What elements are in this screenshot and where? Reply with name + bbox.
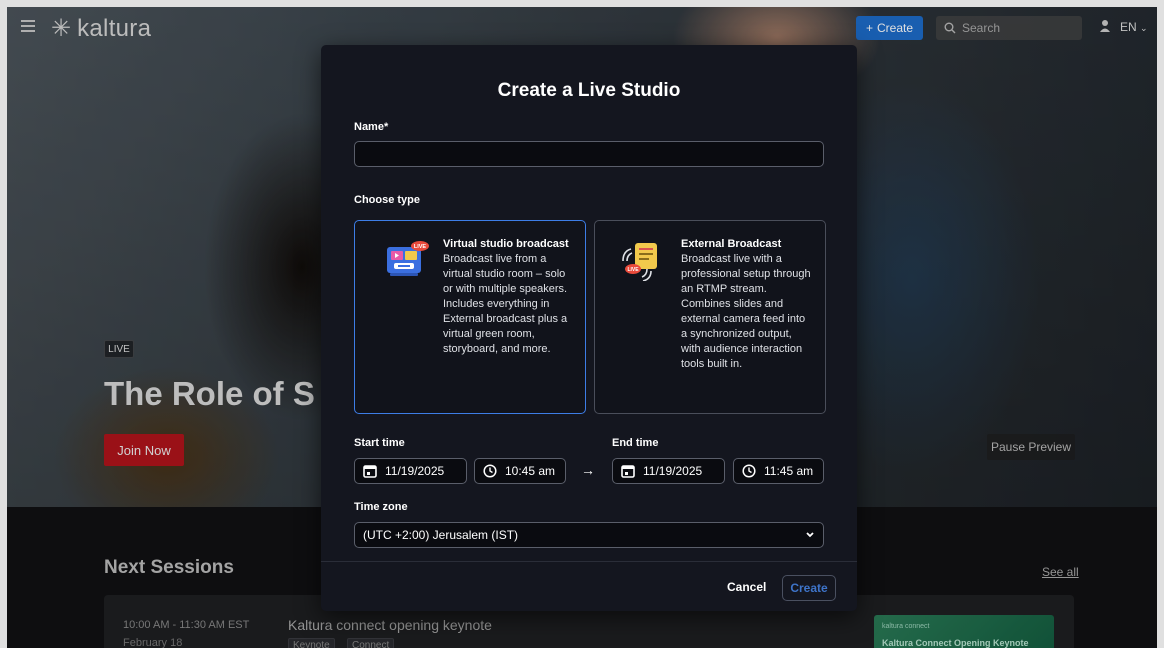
type-option-description: Broadcast live with a professional setup…	[681, 253, 811, 370]
cancel-button[interactable]: Cancel	[727, 580, 766, 594]
required-mark: *	[383, 121, 389, 133]
live-badge-label: LIVE	[627, 267, 639, 273]
footer-divider	[321, 561, 857, 562]
chevron-down-icon	[806, 532, 814, 538]
virtual-studio-icon: LIVE	[387, 241, 429, 276]
start-time-value: 10:45 am	[505, 464, 556, 478]
end-time-field[interactable]: 11:45 am	[733, 458, 824, 484]
type-option-description: Broadcast live from a virtual studio roo…	[443, 253, 568, 355]
clock-icon	[483, 464, 497, 478]
start-date-value: 11/19/2025	[385, 464, 445, 478]
time-zone-label: Time zone	[354, 501, 408, 513]
type-option-virtual-studio[interactable]: LIVE Virtual studio broadcast Broadcast …	[354, 220, 586, 414]
start-time-label: Start time	[354, 437, 405, 449]
end-time-value: 11:45 am	[764, 464, 814, 478]
name-label-text: Name	[354, 121, 384, 133]
end-time-label: End time	[612, 437, 659, 449]
type-option-external-broadcast[interactable]: LIVE External Broadcast Broadcast live w…	[594, 220, 826, 414]
type-option-name: External Broadcast	[681, 238, 782, 250]
external-broadcast-icon: LIVE	[622, 243, 657, 281]
start-time-field[interactable]: 10:45 am	[474, 458, 566, 484]
name-input[interactable]	[354, 141, 824, 167]
time-zone-value: (UTC +2:00) Jerusalem (IST)	[363, 528, 519, 542]
end-date-value: 11/19/2025	[643, 464, 703, 478]
type-option-text: Virtual studio broadcast Broadcast live …	[443, 237, 575, 357]
name-label: Name*	[354, 121, 388, 133]
live-badge-label: LIVE	[414, 244, 427, 250]
arrow-right-icon: →	[581, 462, 595, 478]
create-submit-button[interactable]: Create	[782, 575, 836, 601]
choose-type-label: Choose type	[354, 194, 421, 206]
calendar-icon	[621, 465, 635, 478]
start-date-field[interactable]: 11/19/2025	[354, 458, 467, 484]
time-zone-select[interactable]: (UTC +2:00) Jerusalem (IST)	[354, 522, 824, 548]
type-option-text: External Broadcast Broadcast live with a…	[681, 237, 813, 372]
type-option-name: Virtual studio broadcast	[443, 238, 569, 250]
calendar-icon	[363, 465, 377, 478]
create-live-studio-dialog: Create a Live Studio Name* Choose type L…	[321, 45, 857, 611]
end-date-field[interactable]: 11/19/2025	[612, 458, 725, 484]
clock-icon	[742, 464, 756, 478]
dialog-title: Create a Live Studio	[497, 80, 681, 101]
